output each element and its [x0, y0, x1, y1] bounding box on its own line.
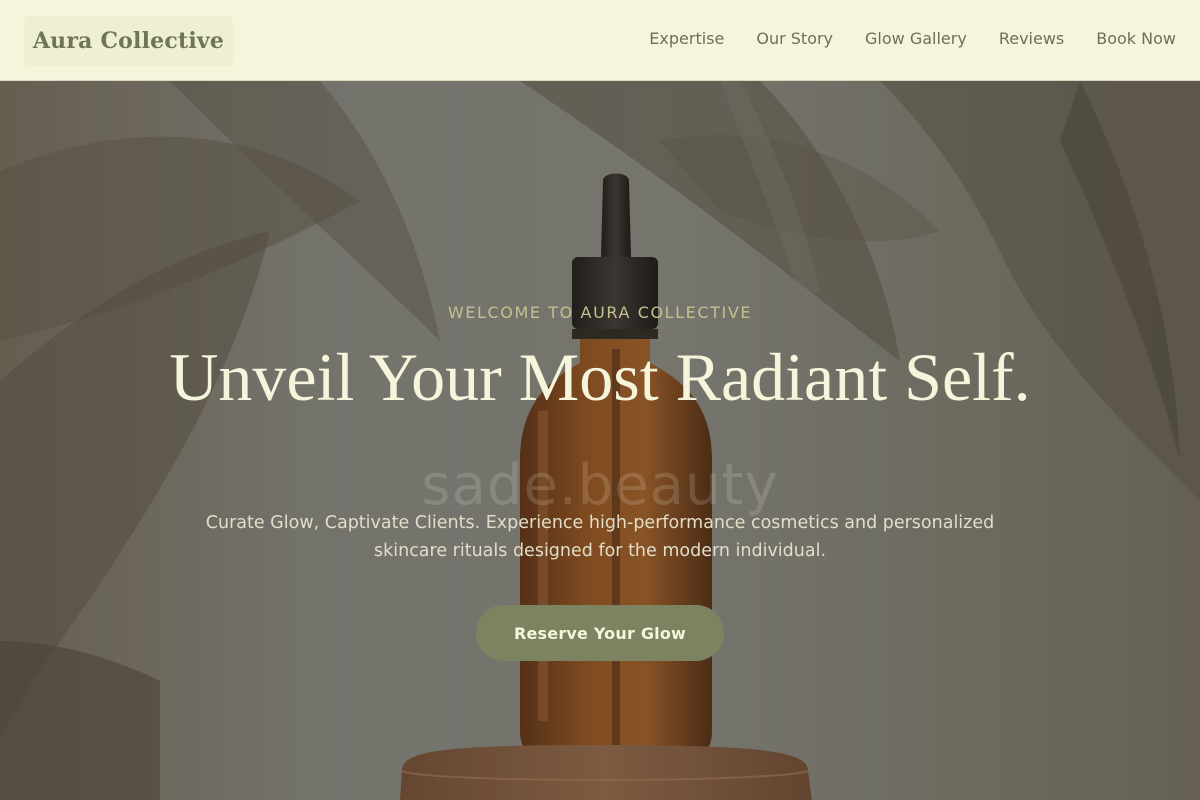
- page: Aura Collective Expertise Our Story Glow…: [0, 0, 1200, 800]
- hero-headline: Unveil Your Most Radiant Self.: [169, 339, 1031, 415]
- nav-link-reviews[interactable]: Reviews: [999, 29, 1064, 49]
- brand-logo[interactable]: Aura Collective: [24, 16, 233, 66]
- nav-link-expertise[interactable]: Expertise: [649, 29, 724, 49]
- nav-link-our-story[interactable]: Our Story: [756, 29, 833, 49]
- reserve-glow-button[interactable]: Reserve Your Glow: [476, 605, 724, 661]
- hero-overlay: [0, 81, 1200, 800]
- hero-eyebrow: WELCOME TO AURA COLLECTIVE: [447, 303, 753, 322]
- hero-subtitle: Curate Glow, Captivate Clients. Experien…: [205, 513, 995, 561]
- nav-link-glow-gallery[interactable]: Glow Gallery: [865, 29, 967, 49]
- site-header: Aura Collective Expertise Our Story Glow…: [0, 0, 1200, 81]
- main-nav: Expertise Our Story Glow Gallery Reviews…: [649, 29, 1176, 49]
- nav-link-book-now[interactable]: Book Now: [1096, 29, 1176, 49]
- hero-section: WELCOME TO AURA COLLECTIVE Unveil Your M…: [0, 81, 1200, 800]
